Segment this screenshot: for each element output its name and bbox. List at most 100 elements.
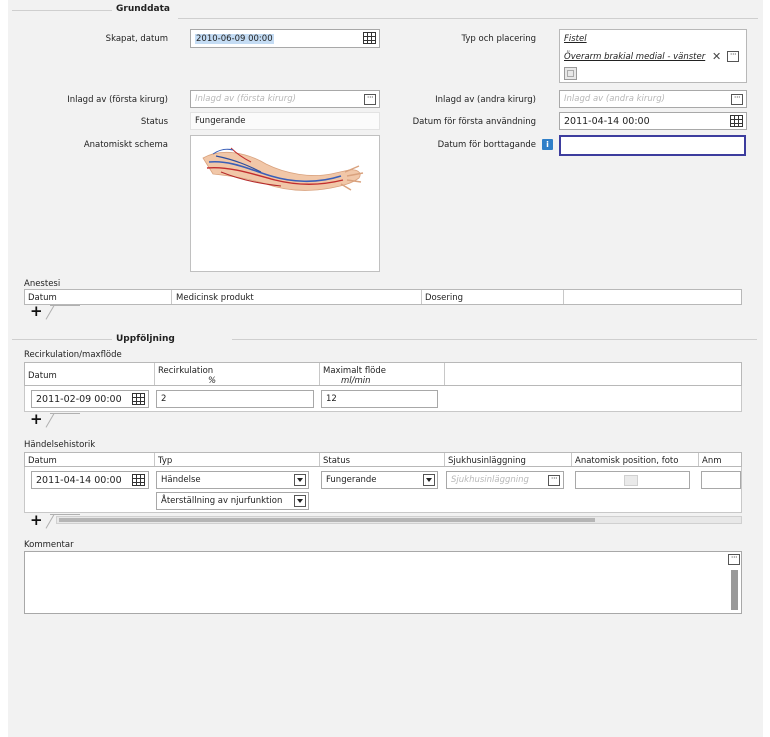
recirk-add-row-button[interactable]: + — [24, 410, 80, 428]
ellipsis-icon[interactable]: ··· — [731, 94, 743, 105]
typ1-value: Händelse — [161, 475, 201, 485]
status-value: Fungerande — [195, 116, 246, 126]
handelse-status-select[interactable]: Fungerande — [321, 471, 438, 489]
chevron-down-icon[interactable] — [423, 474, 435, 486]
sjukhus-placeholder: Sjukhusinläggning — [451, 475, 529, 485]
col-typ: Typ — [155, 453, 320, 466]
handelse-title: Händelsehistorik — [24, 440, 96, 450]
typ1-select[interactable]: Händelse — [156, 471, 309, 489]
col-sjukhusinlaggning: Sjukhusinläggning — [445, 453, 572, 466]
recirk-value-field[interactable]: 2 — [156, 390, 314, 408]
col-status: Status — [320, 453, 445, 466]
recirk-row: 2011-02-09 00:00 2 12 — [24, 386, 742, 412]
borttagande-label: Datum för borttagande — [437, 140, 536, 150]
skapat-label: Skapat, datum — [105, 34, 168, 44]
recirk-datum-value: 2011-02-09 00:00 — [36, 393, 122, 405]
plus-icon: + — [30, 410, 43, 428]
kommentar-scrollbar[interactable] — [731, 570, 738, 610]
anm-field[interactable] — [701, 471, 741, 489]
col-anatomisk-position: Anatomisk position, foto — [572, 453, 699, 466]
col-medicinsk-produkt: Medicinsk produkt — [172, 290, 422, 304]
handelse-row: 2011-04-14 00:00 Händelse Återställning … — [24, 467, 742, 513]
handelse-status-value: Fungerande — [326, 475, 377, 485]
anatomical-schema-image[interactable] — [190, 135, 380, 272]
handelse-datum-field[interactable]: 2011-04-14 00:00 — [31, 471, 149, 489]
handelse-datum-value: 2011-04-14 00:00 — [36, 474, 122, 486]
plus-icon: + — [30, 302, 43, 320]
col-datum: Datum — [25, 363, 155, 385]
maxflode-value-field[interactable]: 12 — [321, 390, 438, 408]
ellipsis-icon[interactable]: ··· — [364, 94, 376, 105]
ellipsis-icon[interactable]: ··· — [548, 475, 560, 486]
section-title-grunddata: Grunddata — [116, 4, 170, 14]
chevron-down-icon[interactable] — [294, 495, 306, 507]
recirk-unit: % — [208, 376, 217, 386]
col-datum: Datum — [25, 290, 172, 304]
col-maxflode: Maximalt flöde ml/min — [320, 363, 445, 386]
image-placeholder-icon[interactable] — [564, 67, 577, 80]
skapat-datum-value: 2010-06-09 00:00 — [195, 33, 274, 44]
handelse-grid-header: Datum Typ Status Sjukhusinläggning Anato… — [24, 452, 742, 467]
ellipsis-icon[interactable]: ··· — [728, 554, 740, 565]
scrollbar-thumb[interactable] — [59, 518, 595, 522]
skapat-datum-field[interactable]: 2010-06-09 00:00 — [190, 29, 380, 48]
typ2-value: Återställning av njurfunktion — [161, 496, 283, 506]
section-divider — [232, 339, 757, 340]
image-placeholder-icon[interactable] — [624, 475, 638, 486]
col-datum: Datum — [25, 453, 155, 466]
inlagd2-placeholder: Inlagd av (andra kirurg) — [564, 94, 665, 104]
inlagd1-field[interactable]: Inlagd av (första kirurg) ··· — [190, 90, 380, 108]
inlagd1-label: Inlagd av (första kirurg) — [67, 95, 168, 105]
maxflode-value: 12 — [326, 394, 337, 404]
section-divider — [178, 18, 758, 19]
col-dosering: Dosering — [422, 290, 564, 304]
sjukhus-field[interactable]: Sjukhusinläggning ··· — [446, 471, 564, 489]
borttagande-datum-field[interactable] — [559, 135, 746, 156]
recirk-grid-header: Datum Recirkulation % Maximalt flöde ml/… — [24, 362, 742, 386]
anestesi-grid-header: Datum Medicinsk produkt Dosering — [24, 289, 742, 305]
forsta-datum-field[interactable]: 2011-04-14 00:00 — [559, 112, 747, 130]
anatomiskt-label: Anatomiskt schema — [83, 140, 168, 150]
kommentar-title: Kommentar — [24, 540, 74, 550]
chevron-down-icon[interactable] — [294, 474, 306, 486]
ellipsis-icon[interactable]: ··· — [727, 51, 739, 62]
maxflode-unit: ml/min — [341, 376, 371, 386]
status-field: Fungerande — [190, 112, 380, 130]
col-anm: Anm — [702, 456, 722, 466]
inlagd2-field[interactable]: Inlagd av (andra kirurg) ··· — [559, 90, 747, 108]
handelse-horizontal-scrollbar[interactable] — [56, 516, 742, 524]
typ-label: Typ och placering — [461, 34, 536, 44]
calendar-icon[interactable] — [132, 393, 145, 405]
recirk-datum-field[interactable]: 2011-02-09 00:00 — [31, 390, 149, 408]
plus-icon: + — [30, 511, 43, 529]
typ2-select[interactable]: Återställning av njurfunktion — [156, 492, 309, 510]
tab-edge — [50, 413, 80, 427]
inlagd2-label: Inlagd av (andra kirurg) — [435, 95, 536, 105]
calendar-icon[interactable] — [730, 115, 743, 127]
anatomisk-foto-field[interactable] — [575, 471, 690, 489]
status-label: Status — [140, 117, 168, 127]
recirk-value: 2 — [161, 394, 167, 404]
forsta-label: Datum för första användning — [412, 117, 536, 127]
typ-link-fistel[interactable]: Fistel — [564, 34, 587, 44]
forsta-datum-value: 2011-04-14 00:00 — [564, 115, 650, 127]
anestesi-title: Anestesi — [24, 279, 61, 289]
calendar-icon[interactable] — [363, 32, 376, 44]
section-divider — [12, 10, 112, 11]
calendar-icon[interactable] — [132, 474, 145, 486]
tab-edge — [50, 305, 80, 319]
typ-link-placering[interactable]: Överarm brakial medial - vänster — [564, 52, 705, 62]
anestesi-add-row-button[interactable]: + — [24, 302, 80, 320]
kommentar-textarea[interactable]: ··· — [24, 551, 742, 614]
col-recirkulation: Recirkulation % — [155, 363, 320, 386]
section-title-uppfoljning: Uppföljning — [116, 334, 175, 344]
arm-illustration — [202, 147, 364, 191]
maxflode-label: Maximalt flöde — [323, 366, 386, 376]
recirk-label: Recirkulation — [158, 366, 214, 376]
info-icon[interactable]: i — [542, 139, 553, 150]
inlagd1-placeholder: Inlagd av (första kirurg) — [195, 94, 296, 104]
recirk-title: Recirkulation/maxflöde — [24, 350, 122, 360]
section-divider — [12, 339, 112, 340]
close-icon[interactable]: ✕ — [712, 50, 721, 63]
typ-placering-box: Fistel Överarm brakial medial - vänster … — [559, 29, 747, 83]
